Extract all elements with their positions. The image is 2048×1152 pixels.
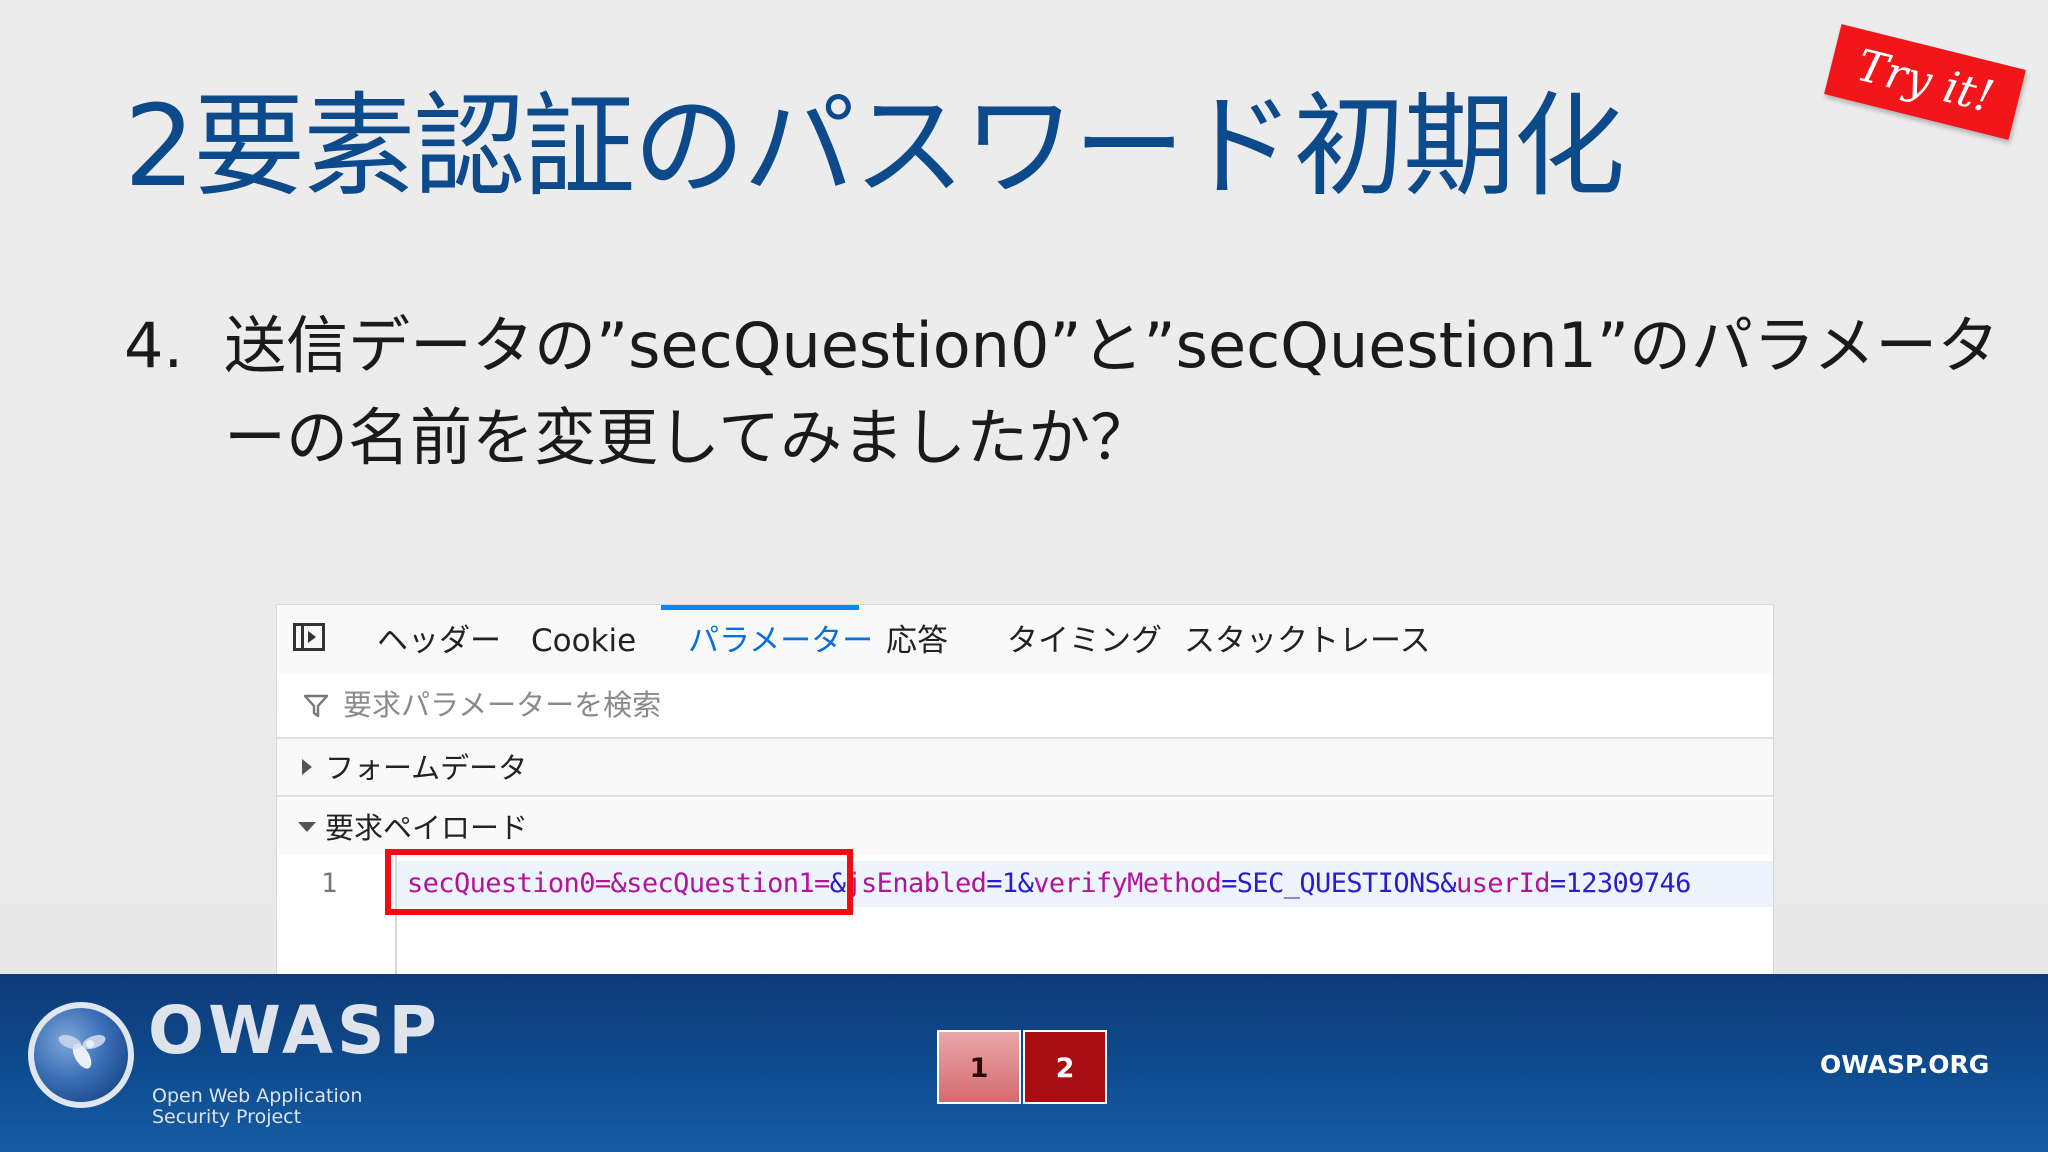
tab-cookie[interactable]: Cookie — [531, 605, 636, 673]
filter-input[interactable]: 要求パラメーターを検索 — [277, 673, 1773, 739]
line-number: 1 — [321, 868, 338, 899]
toggle-sidebar-icon[interactable] — [293, 623, 325, 651]
owasp-wordmark: OWASP — [148, 992, 441, 1069]
chevron-right-icon — [302, 759, 312, 775]
payload-val-2: SEC_QUESTIONS — [1236, 868, 1441, 899]
owasp-tagline: Open Web Application Security Project — [152, 1086, 362, 1128]
owasp-tagline-line1: Open Web Application — [152, 1085, 363, 1107]
payload-key-1: jsEnabled — [845, 868, 987, 899]
payload-key-3: userId — [1455, 868, 1551, 899]
footer-bar: OWASP Open Web Application Security Proj… — [0, 974, 2048, 1152]
highlight-annotation-box — [385, 849, 853, 915]
payload-val-3: 12309746 — [1565, 868, 1692, 899]
section-form-data-label: フォームデータ — [325, 751, 528, 785]
tab-headers[interactable]: ヘッダー — [377, 605, 501, 673]
owasp-tagline-line2: Security Project — [152, 1106, 302, 1128]
page-1-button[interactable]: 1 — [937, 1030, 1021, 1104]
question-text: 送信データの”secQuestion0”と”secQuestion1”のパラメー… — [224, 309, 2000, 474]
devtools-tabbar: ヘッダー Cookie パラメーター 応答 タイミング スタックトレース — [277, 605, 1773, 675]
devtools-panel: ヘッダー Cookie パラメーター 応答 タイミング スタックトレース 要求パ… — [276, 604, 1774, 976]
slide-title: 2要素認証のパスワード初期化 — [124, 82, 1625, 212]
filter-placeholder: 要求パラメーターを検索 — [343, 688, 662, 722]
line-gutter: 1 — [277, 855, 397, 975]
tab-response[interactable]: 応答 — [886, 605, 948, 673]
tab-parameters[interactable]: パラメーター — [688, 605, 873, 673]
try-it-badge: Try it! — [1824, 24, 2026, 140]
wasp-icon — [58, 1035, 106, 1069]
filter-icon — [303, 694, 329, 718]
payload-key-2: verifyMethod — [1033, 868, 1222, 899]
owasp-org-link[interactable]: OWASP.ORG — [1820, 1050, 1989, 1079]
section-form-data[interactable]: フォームデータ — [277, 739, 1773, 797]
tab-stack-trace[interactable]: スタックトレース — [1184, 605, 1430, 673]
page-2-button[interactable]: 2 — [1023, 1030, 1107, 1104]
chevron-down-icon — [298, 822, 316, 832]
tab-timings[interactable]: タイミング — [1007, 605, 1162, 673]
question-number: 4. — [124, 309, 184, 382]
owasp-logo — [28, 1002, 134, 1108]
payload-val-1: 1 — [1001, 868, 1018, 899]
